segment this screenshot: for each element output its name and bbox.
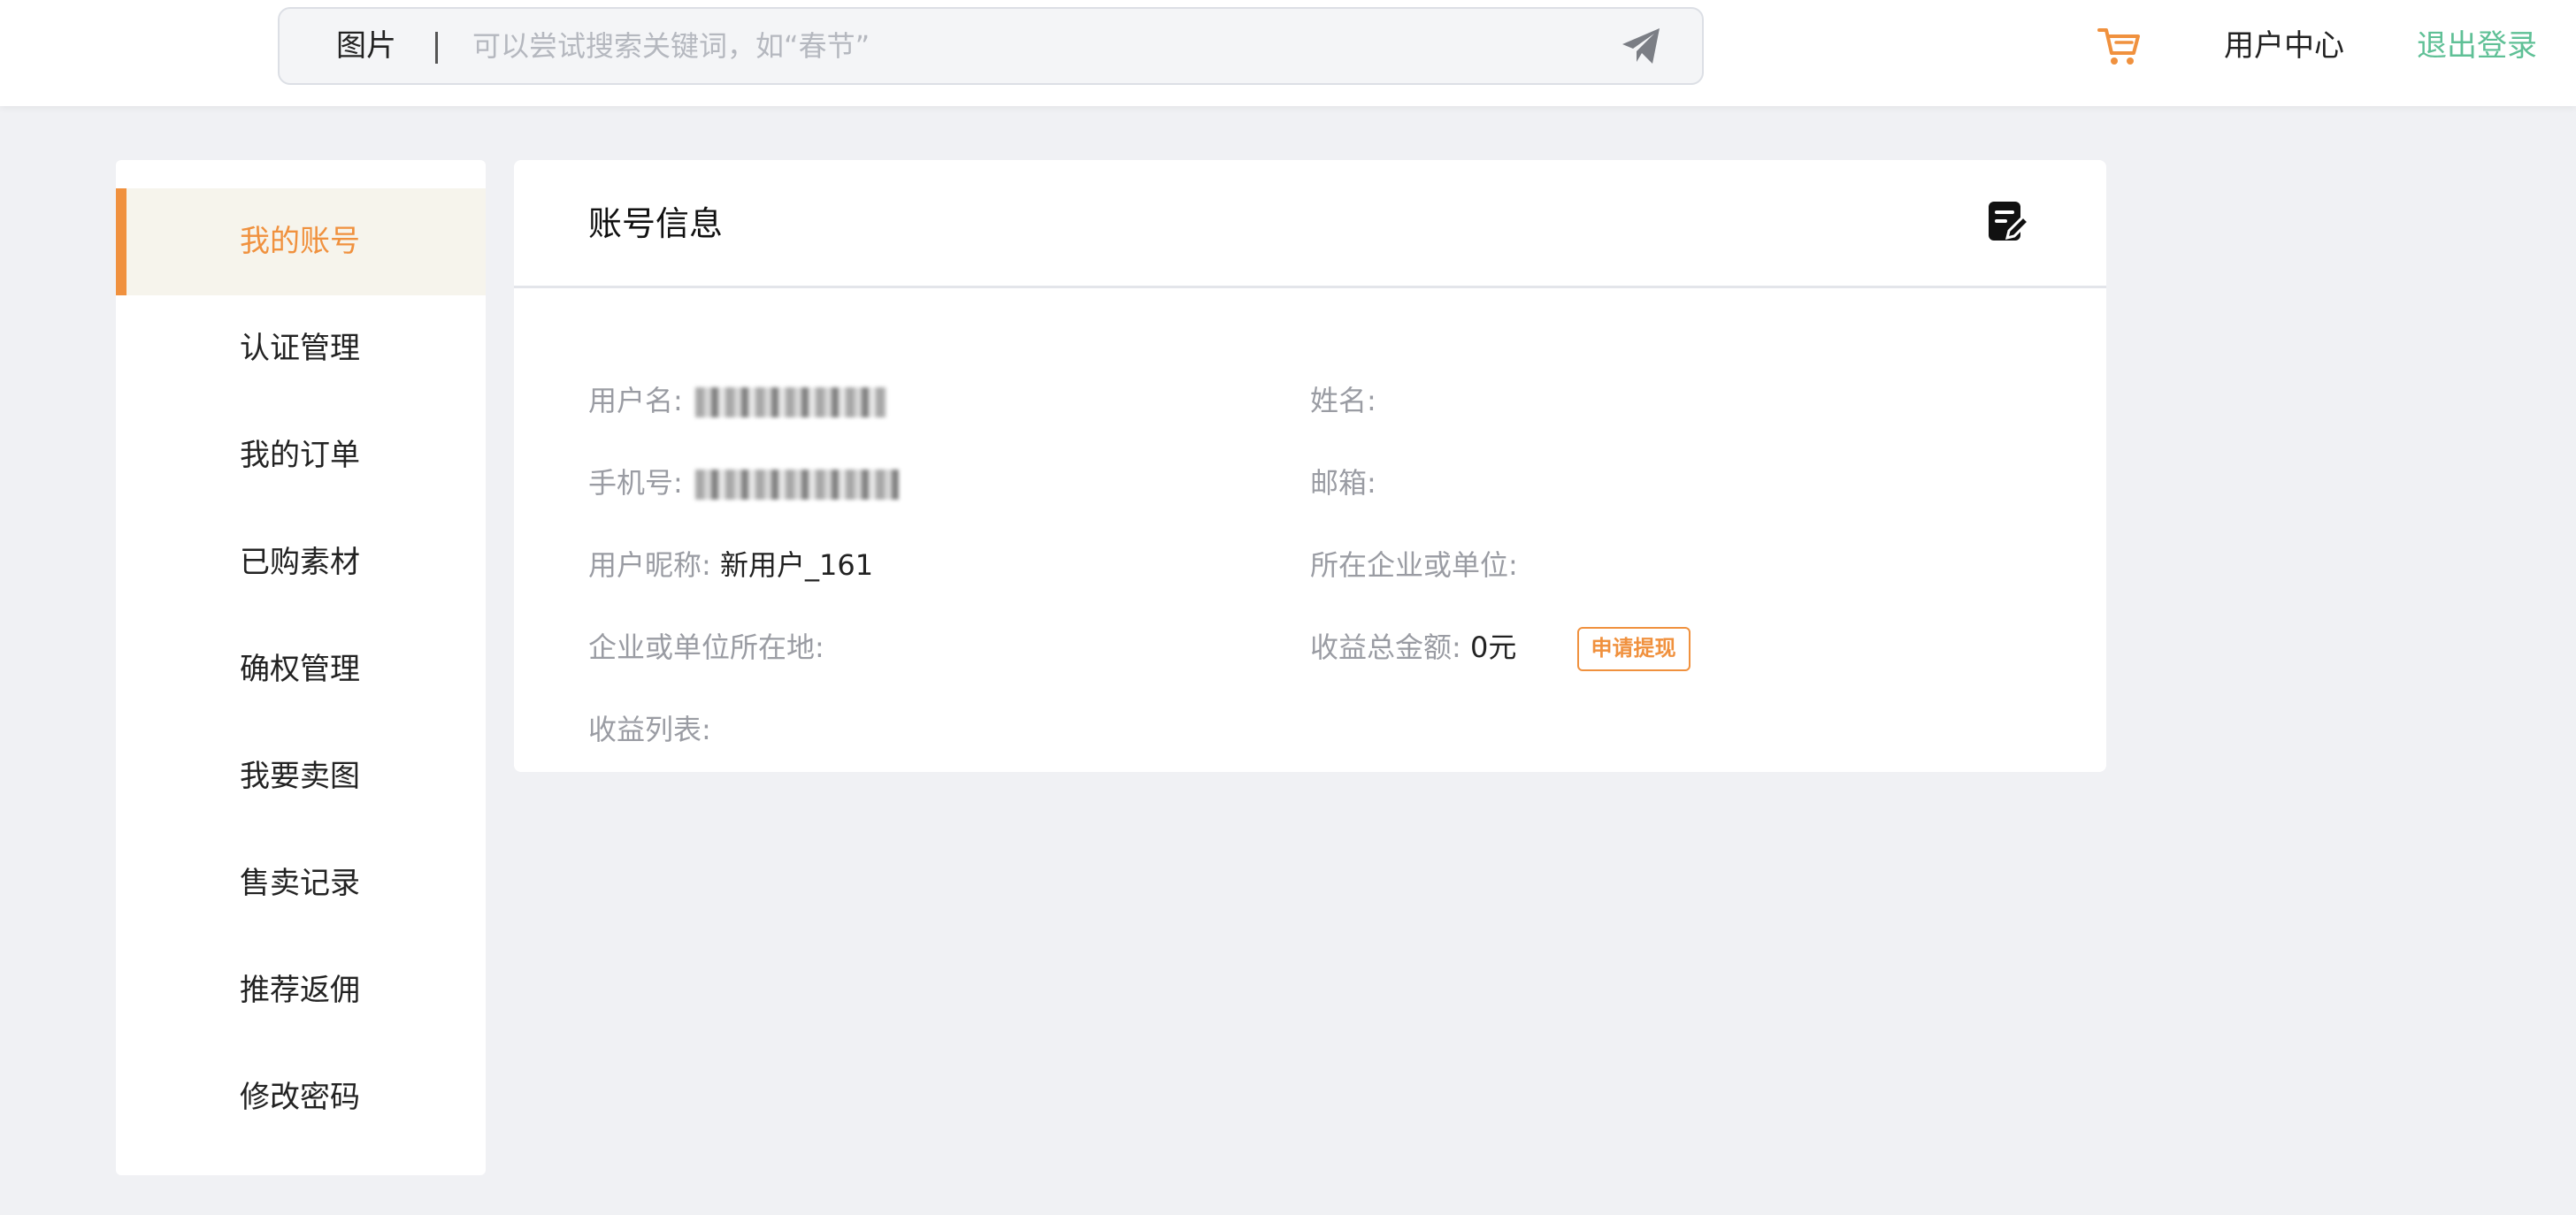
email-field: 邮箱:: [1310, 456, 1376, 509]
nickname-value: 新用户_161: [719, 548, 874, 582]
sidebar-item-sell-images[interactable]: 我要卖图: [116, 723, 486, 830]
company-label: 所在企业或单位:: [1310, 548, 1518, 582]
page-title: 账号信息: [588, 204, 724, 243]
search-bar: 图片: [278, 7, 1704, 85]
nickname-field: 用户昵称: 新用户_161: [588, 539, 873, 592]
sidebar-nav: 我的账号 认证管理 我的订单 已购素材 确权管理 我要卖图 售卖记录 推荐返佣 …: [116, 160, 486, 1175]
phone-label: 手机号:: [588, 466, 683, 500]
email-label: 邮箱:: [1310, 466, 1376, 500]
name-label: 姓名:: [1310, 384, 1376, 417]
earnings-list-field: 收益列表:: [588, 703, 711, 756]
nickname-label: 用户昵称:: [588, 548, 711, 582]
company-field: 所在企业或单位:: [1310, 539, 1518, 592]
earnings-total-label: 收益总金额:: [1310, 630, 1461, 664]
top-header: 图片 用户中心 退出登录: [0, 0, 2576, 106]
earnings-list-label: 收益列表:: [588, 713, 711, 746]
sidebar-item-referral[interactable]: 推荐返佣: [116, 937, 486, 1044]
sidebar-item-verification[interactable]: 认证管理: [116, 295, 486, 402]
sidebar-item-change-password[interactable]: 修改密码: [116, 1044, 486, 1151]
phone-value-redacted: [694, 470, 899, 500]
company-location-label: 企业或单位所在地:: [588, 630, 824, 664]
company-location-field: 企业或单位所在地:: [588, 621, 824, 674]
search-type-select[interactable]: 图片: [336, 9, 396, 83]
card-header: 账号信息: [514, 160, 2106, 288]
phone-field: 手机号:: [588, 456, 899, 509]
sidebar-item-orders[interactable]: 我的订单: [116, 402, 486, 509]
username-field: 用户名:: [588, 374, 886, 427]
username-value-redacted: [694, 387, 886, 417]
name-field: 姓名:: [1310, 374, 1376, 427]
cart-icon[interactable]: [2097, 23, 2143, 69]
edit-note-icon[interactable]: [1986, 199, 2032, 245]
earnings-total-field: 收益总金额: 0元 申请提现: [1310, 621, 1690, 674]
user-center-link[interactable]: 用户中心: [2224, 23, 2344, 69]
sidebar-item-rights[interactable]: 确权管理: [116, 616, 486, 723]
logout-link[interactable]: 退出登录: [2417, 23, 2537, 69]
account-info-card: 账号信息 用户名: 姓名: 手机号: 邮箱: 用户昵称: 新用户_161 所在企…: [514, 160, 2106, 772]
username-label: 用户名:: [588, 384, 683, 417]
sidebar-item-sales-records[interactable]: 售卖记录: [116, 830, 486, 937]
sidebar-item-purchased[interactable]: 已购素材: [116, 509, 486, 616]
withdraw-button[interactable]: 申请提现: [1576, 627, 1690, 671]
earnings-total-value: 0元: [1469, 630, 1517, 664]
search-divider: [435, 32, 438, 64]
sidebar-item-my-account[interactable]: 我的账号: [116, 188, 486, 295]
paper-plane-icon[interactable]: [1619, 25, 1665, 67]
search-input[interactable]: [472, 19, 1534, 73]
